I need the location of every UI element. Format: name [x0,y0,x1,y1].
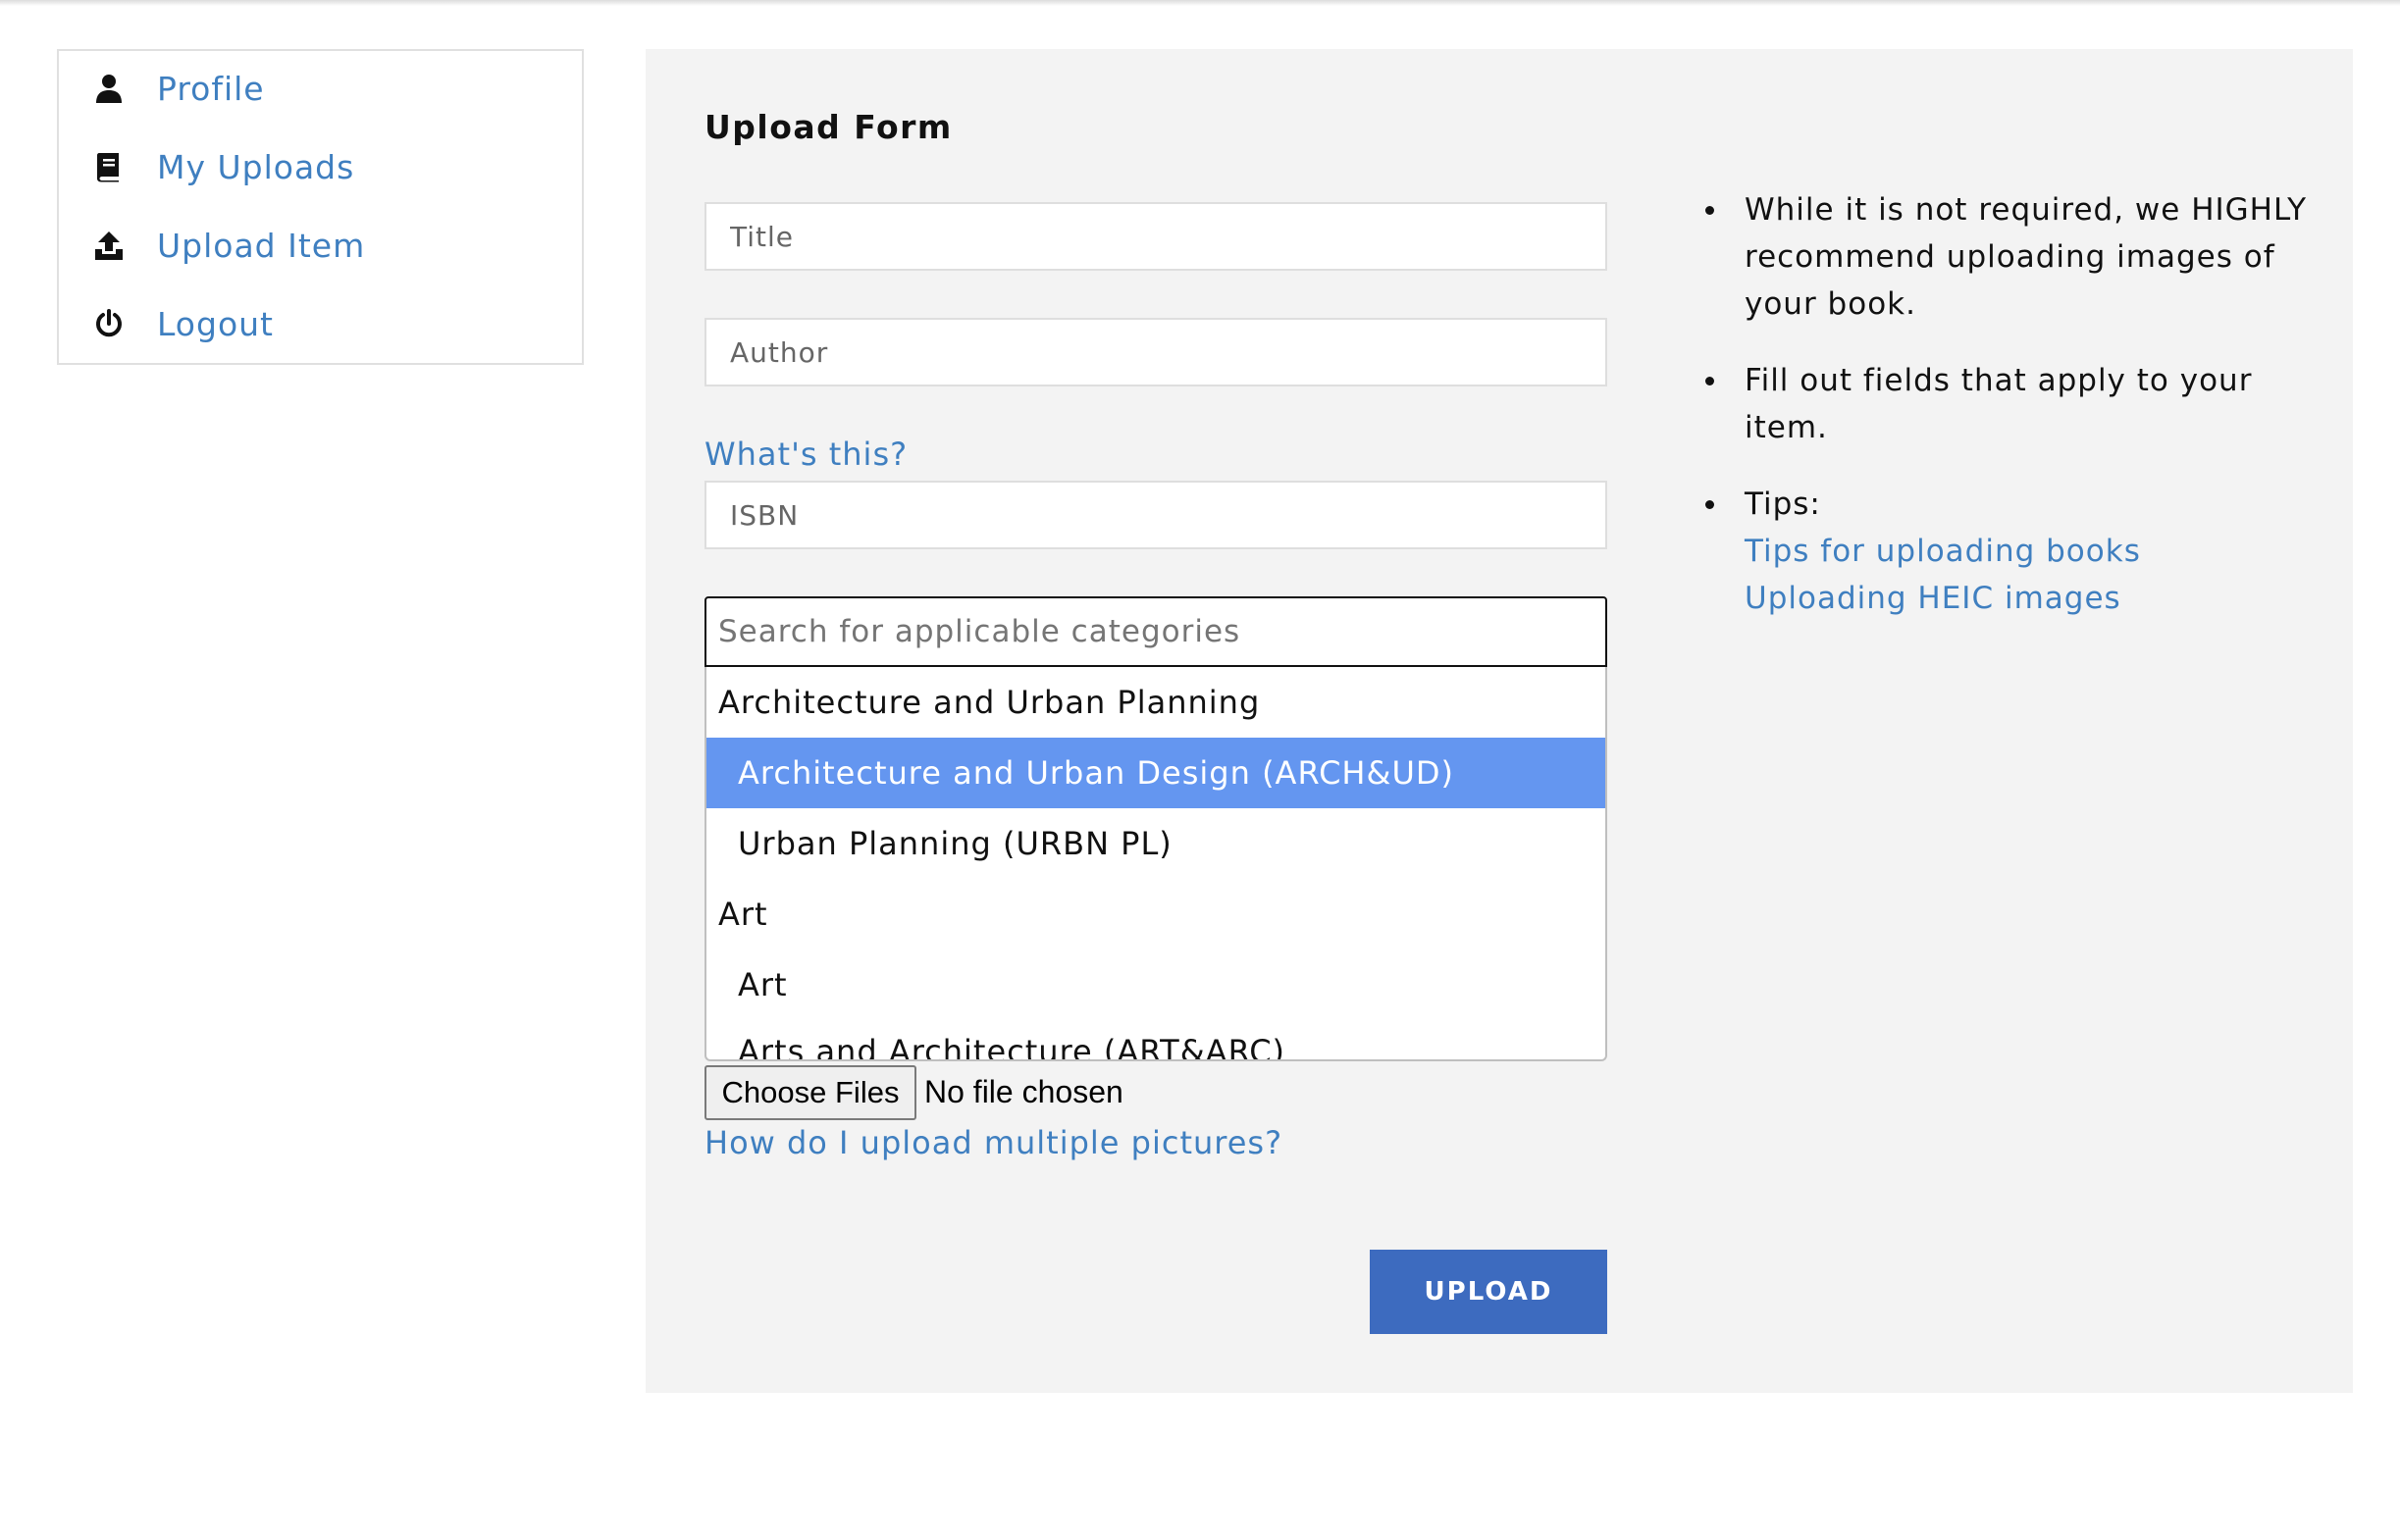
category-group-label: Architecture and Urban Planning [718,684,1261,721]
note-text: Fill out fields that apply to your item. [1745,363,2253,445]
upload-icon [92,229,126,262]
sidebar-item-logout[interactable]: Logout [92,300,274,347]
uploading-heic-images-link[interactable]: Uploading HEIC images [1745,575,2333,622]
category-option-art[interactable]: Art [706,950,1605,1020]
sidebar-item-profile[interactable]: Profile [92,65,265,112]
sidebar-item-label: Logout [157,304,274,343]
upload-notes: While it is not required, we HIGHLY reco… [1686,186,2333,651]
category-group-label: Art [718,896,768,933]
category-option-urbn-pl[interactable]: Urban Planning (URBN PL) [706,808,1605,879]
list-item: Tips: Tips for uploading books Uploading… [1686,481,2333,622]
top-shadow [0,0,2400,6]
upload-button[interactable]: UPLOAD [1370,1250,1607,1334]
list-item: While it is not required, we HIGHLY reco… [1686,186,2333,328]
book-icon [92,150,126,183]
bullet-icon [1705,377,1714,385]
multi-picture-help-link[interactable]: How do I upload multiple pictures? [704,1124,1282,1161]
choose-files-button[interactable]: Choose Files [704,1065,916,1120]
sidebar-nav: Profile My Uploads Upload Item Logout [57,49,584,365]
sidebar-item-my-uploads[interactable]: My Uploads [92,143,354,190]
power-icon [92,307,126,340]
isbn-input[interactable] [704,481,1607,549]
upload-panel: Upload Form What's this? Architecture an… [646,49,2353,1393]
note-text: Tips: [1745,487,1821,522]
sidebar-item-upload-item[interactable]: Upload Item [92,222,365,269]
category-option-art-arc[interactable]: Arts and Architecture (ART&ARC) [706,1016,1605,1059]
bullet-icon [1705,500,1714,509]
category-search-input[interactable] [704,596,1607,667]
sidebar-item-label: Upload Item [157,226,366,265]
page-title: Upload Form [704,108,953,146]
bullet-icon [1705,206,1714,215]
author-input[interactable] [704,318,1607,386]
sidebar-item-label: Profile [157,69,265,108]
user-icon [92,72,126,105]
isbn-help-link[interactable]: What's this? [704,436,908,473]
category-option-arch-ud[interactable]: Architecture and Urban Design (ARCH&UD) [706,738,1605,808]
tips-uploading-books-link[interactable]: Tips for uploading books [1745,528,2333,575]
list-item: Fill out fields that apply to your item. [1686,357,2333,451]
category-dropdown-list[interactable]: Architecture and Urban Planning Architec… [704,667,1607,1061]
note-text: While it is not required, we HIGHLY reco… [1745,192,2308,322]
file-status-text: No file chosen [924,1074,1123,1109]
title-input[interactable] [704,202,1607,271]
sidebar-item-label: My Uploads [157,147,355,186]
